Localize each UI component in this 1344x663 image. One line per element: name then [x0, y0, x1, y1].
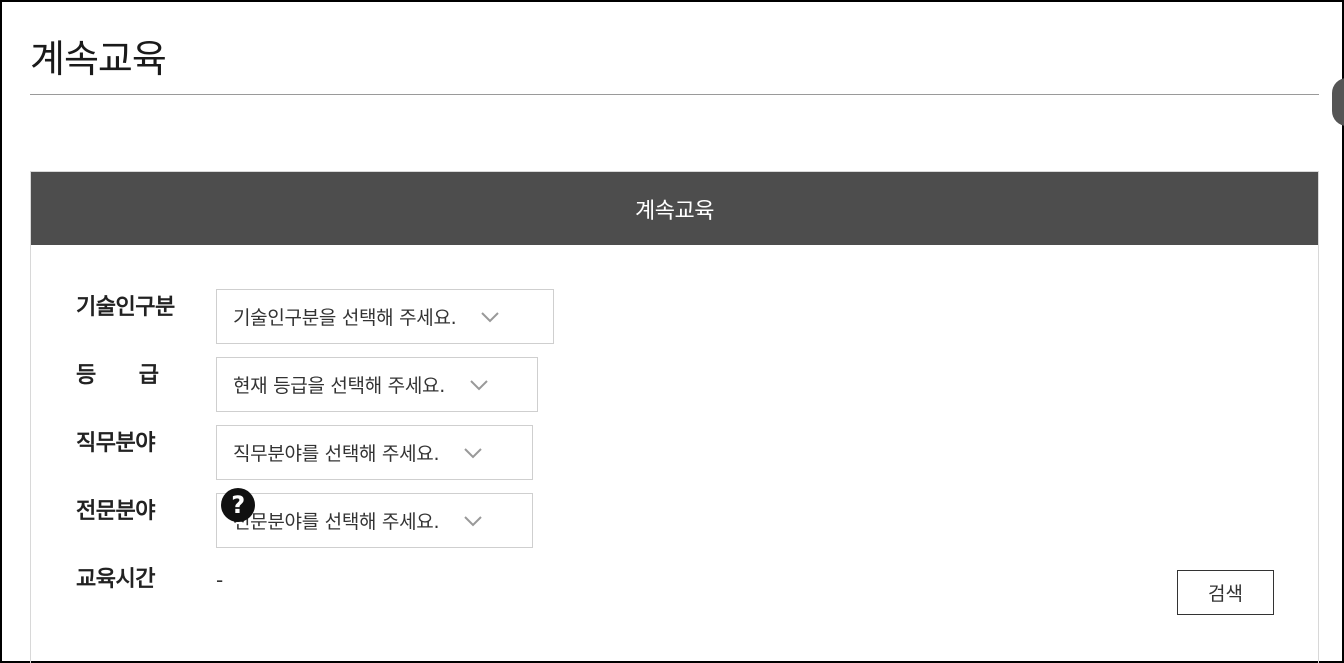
title-divider	[30, 94, 1319, 95]
chevron-down-icon	[464, 447, 482, 458]
specialty-field-placeholder: 전문분야를 선택해 주세요.	[233, 511, 440, 533]
training-hours-value: -	[216, 568, 224, 592]
tech-category-label: 기술인구분	[76, 295, 175, 320]
specialty-field-label: 전문분야	[76, 499, 155, 524]
job-field-row: 직무분야 직무분야를 선택해 주세요.	[76, 425, 533, 480]
page-title: 계속교육	[30, 37, 167, 81]
grade-row: 등 급 현재 등급을 선택해 주세요.	[76, 357, 538, 412]
specialty-field-select[interactable]: 전문분야를 선택해 주세요.	[216, 493, 533, 548]
chevron-down-icon	[464, 515, 482, 526]
side-panel-handle[interactable]	[1332, 78, 1344, 126]
training-hours-row: 교육시간 -	[76, 566, 223, 594]
grade-select[interactable]: 현재 등급을 선택해 주세요.	[216, 357, 538, 412]
job-field-select[interactable]: 직무분야를 선택해 주세요.	[216, 425, 533, 480]
job-field-placeholder: 직무분야를 선택해 주세요.	[233, 443, 440, 465]
tech-category-select[interactable]: 기술인구분을 선택해 주세요.	[216, 289, 554, 344]
specialty-field-row: 전문분야 ? 전문분야를 선택해 주세요.	[76, 488, 533, 548]
grade-label: 등 급	[76, 363, 159, 388]
specialty-field-label-wrap: 전문분야 ?	[76, 488, 255, 526]
search-button[interactable]: 검색	[1177, 570, 1274, 615]
panel-header: 계속교육	[31, 172, 1318, 245]
help-icon[interactable]: ?	[221, 488, 255, 522]
chevron-down-icon	[481, 311, 500, 322]
training-hours-label: 교육시간	[76, 567, 155, 592]
job-field-label: 직무분야	[76, 431, 155, 456]
tech-category-row: 기술인구분 기술인구분을 선택해 주세요.	[76, 289, 554, 344]
continuing-education-panel: 계속교육 기술인구분 기술인구분을 선택해 주세요. 등 급 현재 등급을 선택…	[30, 171, 1319, 663]
chevron-down-icon	[470, 379, 488, 390]
grade-placeholder: 현재 등급을 선택해 주세요.	[233, 375, 445, 397]
tech-category-placeholder: 기술인구분을 선택해 주세요.	[233, 307, 457, 329]
